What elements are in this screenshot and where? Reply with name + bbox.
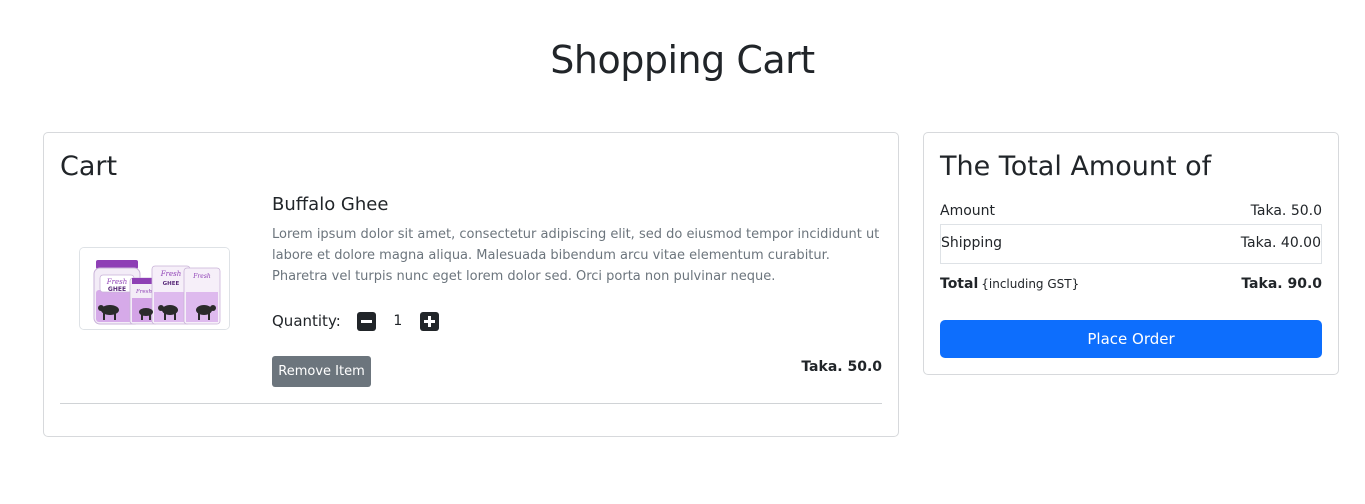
shipping-label: Shipping — [941, 235, 1003, 251]
product-description: Lorem ipsum dolor sit amet, consectetur … — [272, 227, 880, 284]
total-row: Total {including GST} Taka. 90.0 — [940, 276, 1322, 298]
total-label: Total — [940, 276, 979, 292]
shipping-row: Shipping Taka. 40.00 — [940, 224, 1322, 264]
cart-heading: Cart — [60, 151, 118, 182]
quantity-label: Quantity: — [272, 312, 341, 330]
quantity-stepper: Quantity: 1 — [272, 310, 439, 332]
place-order-button[interactable]: Place Order — [940, 320, 1322, 358]
quantity-value: 1 — [393, 313, 403, 329]
svg-text:Fresh: Fresh — [135, 289, 153, 295]
remove-item-button[interactable]: Remove Item — [272, 356, 371, 387]
total-note: {including GST} — [981, 277, 1080, 291]
svg-text:Fresh: Fresh — [160, 270, 181, 278]
divider — [60, 403, 882, 404]
ghee-product-illustration: Fresh GHEE Fresh Fresh GHEE Fresh — [80, 248, 229, 329]
amount-label: Amount — [940, 203, 996, 219]
amount-value: Taka. 50.0 — [1250, 203, 1322, 219]
svg-text:GHEE: GHEE — [108, 286, 126, 293]
cart-card: Cart Fresh GHEE Fresh Fresh GHEE Fresh B… — [43, 132, 899, 437]
svg-text:GHEE: GHEE — [163, 281, 180, 287]
order-summary-card: The Total Amount of Amount Taka. 50.0 Sh… — [923, 132, 1339, 375]
minus-square-icon[interactable] — [356, 311, 376, 331]
plus-square-icon[interactable] — [419, 311, 439, 331]
total-value: Taka. 90.0 — [1241, 276, 1322, 292]
summary-heading: The Total Amount of — [940, 151, 1212, 182]
svg-text:Fresh: Fresh — [106, 278, 127, 286]
product-name: Buffalo Ghee — [272, 194, 389, 215]
page-title: Shopping Cart — [550, 38, 815, 82]
svg-text:Fresh: Fresh — [192, 273, 211, 280]
item-price: Taka. 50.0 — [801, 359, 882, 375]
product-image: Fresh GHEE Fresh Fresh GHEE Fresh — [79, 247, 230, 330]
shipping-value: Taka. 40.00 — [1240, 235, 1321, 251]
amount-row: Amount Taka. 50.0 — [940, 203, 1322, 225]
